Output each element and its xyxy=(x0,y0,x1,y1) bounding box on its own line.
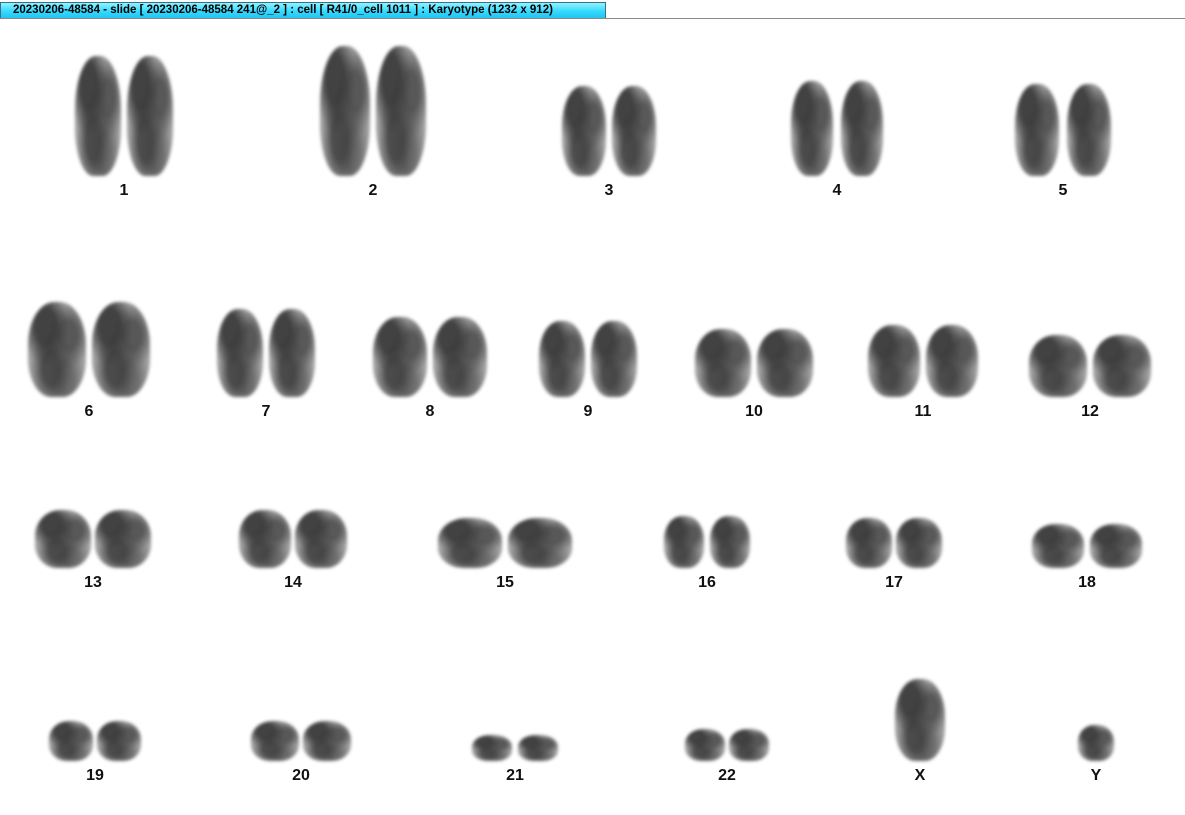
chromosome-11-b[interactable] xyxy=(926,325,978,397)
chromosome-2-a[interactable] xyxy=(320,46,370,176)
chromosome-21-a[interactable] xyxy=(472,735,512,761)
chromosome-label: 4 xyxy=(832,182,842,199)
chromosome-label: 10 xyxy=(745,403,763,420)
window-title-tab[interactable]: 20230206-48584 - slide [ 20230206-48584 … xyxy=(0,2,606,18)
chromosome-21-b[interactable] xyxy=(518,735,558,761)
chromosome-3-a[interactable] xyxy=(562,86,606,176)
chromosome-13-b[interactable] xyxy=(95,510,151,568)
chromosome-label: 22 xyxy=(718,767,736,784)
chromosome-10-b[interactable] xyxy=(757,329,813,397)
chromosome-17-b[interactable] xyxy=(896,518,942,568)
chromosome-18-b[interactable] xyxy=(1090,524,1142,568)
chromosome-label: 1 xyxy=(119,182,129,199)
chromosome-8-b[interactable] xyxy=(433,317,487,397)
chromosome-6-a[interactable] xyxy=(28,302,86,397)
chromosome-label: 11 xyxy=(914,403,932,420)
chromosome-4-b[interactable] xyxy=(841,81,883,176)
chromosome-20-a[interactable] xyxy=(251,721,299,761)
chromosome-9-a[interactable] xyxy=(539,321,585,397)
chromosome-12-b[interactable] xyxy=(1093,335,1151,397)
chromosome-9-b[interactable] xyxy=(591,321,637,397)
chromosome-13-a[interactable] xyxy=(35,510,91,568)
chromosome-label: 15 xyxy=(496,574,514,591)
chromosome-label: 18 xyxy=(1078,574,1096,591)
chromosome-18-a[interactable] xyxy=(1032,524,1084,568)
chromosome-14-b[interactable] xyxy=(295,510,347,568)
chromosome-20-b[interactable] xyxy=(303,721,351,761)
chromosome-15-a[interactable] xyxy=(438,518,502,568)
title-bar: 20230206-48584 - slide [ 20230206-48584 … xyxy=(0,0,1185,19)
chromosome-label: 6 xyxy=(84,403,94,420)
chromosome-label: 21 xyxy=(506,767,524,784)
chromosome-label: 2 xyxy=(368,182,378,199)
karyotype-panel: 1 2 3 4 5 6 7 8 9 10 11 12 13 14 15 16 17 18 19 20 21 22 X Y xyxy=(0,19,1185,815)
chromosome-label: 17 xyxy=(885,574,903,591)
chromosome-label: 5 xyxy=(1058,182,1068,199)
chromosome-label: 9 xyxy=(583,403,593,420)
chromosome-1-a[interactable] xyxy=(75,56,121,176)
chromosome-6-b[interactable] xyxy=(92,302,150,397)
chromosome-label: 8 xyxy=(425,403,435,420)
chromosome-19-b[interactable] xyxy=(97,721,141,761)
chromosome-15-b[interactable] xyxy=(508,518,572,568)
chromosome-12-a[interactable] xyxy=(1029,335,1087,397)
chromosome-label: 19 xyxy=(86,767,104,784)
chromosome-22-a[interactable] xyxy=(685,729,725,761)
chromosome-10-a[interactable] xyxy=(695,329,751,397)
chromosome-label: X xyxy=(914,767,926,784)
chromosome-label: 7 xyxy=(261,403,271,420)
chromosome-7-a[interactable] xyxy=(217,309,263,397)
chromosome-label: 12 xyxy=(1081,403,1099,420)
chromosome-2-b[interactable] xyxy=(376,46,426,176)
chromosome-label: 20 xyxy=(292,767,310,784)
chromosome-5-a[interactable] xyxy=(1015,84,1059,176)
chromosome-16-b[interactable] xyxy=(710,516,750,568)
chromosome-3-b[interactable] xyxy=(612,86,656,176)
chromosome-14-a[interactable] xyxy=(239,510,291,568)
chromosome-label: 14 xyxy=(284,574,302,591)
window-title: 20230206-48584 - slide [ 20230206-48584 … xyxy=(13,4,553,16)
chromosome-x-a[interactable] xyxy=(895,679,945,761)
chromosome-label: Y xyxy=(1090,767,1102,784)
chromosome-17-a[interactable] xyxy=(846,518,892,568)
chromosome-5-b[interactable] xyxy=(1067,84,1111,176)
chromosome-16-a[interactable] xyxy=(664,516,704,568)
chromosome-22-b[interactable] xyxy=(729,729,769,761)
chromosome-19-a[interactable] xyxy=(49,721,93,761)
chromosome-4-a[interactable] xyxy=(791,81,833,176)
chromosome-y-a[interactable] xyxy=(1078,725,1114,761)
chromosome-label: 3 xyxy=(604,182,614,199)
chromosome-11-a[interactable] xyxy=(868,325,920,397)
chromosome-label: 16 xyxy=(698,574,716,591)
chromosome-label: 13 xyxy=(84,574,102,591)
chromosome-7-b[interactable] xyxy=(269,309,315,397)
chromosome-8-a[interactable] xyxy=(373,317,427,397)
chromosome-1-b[interactable] xyxy=(127,56,173,176)
